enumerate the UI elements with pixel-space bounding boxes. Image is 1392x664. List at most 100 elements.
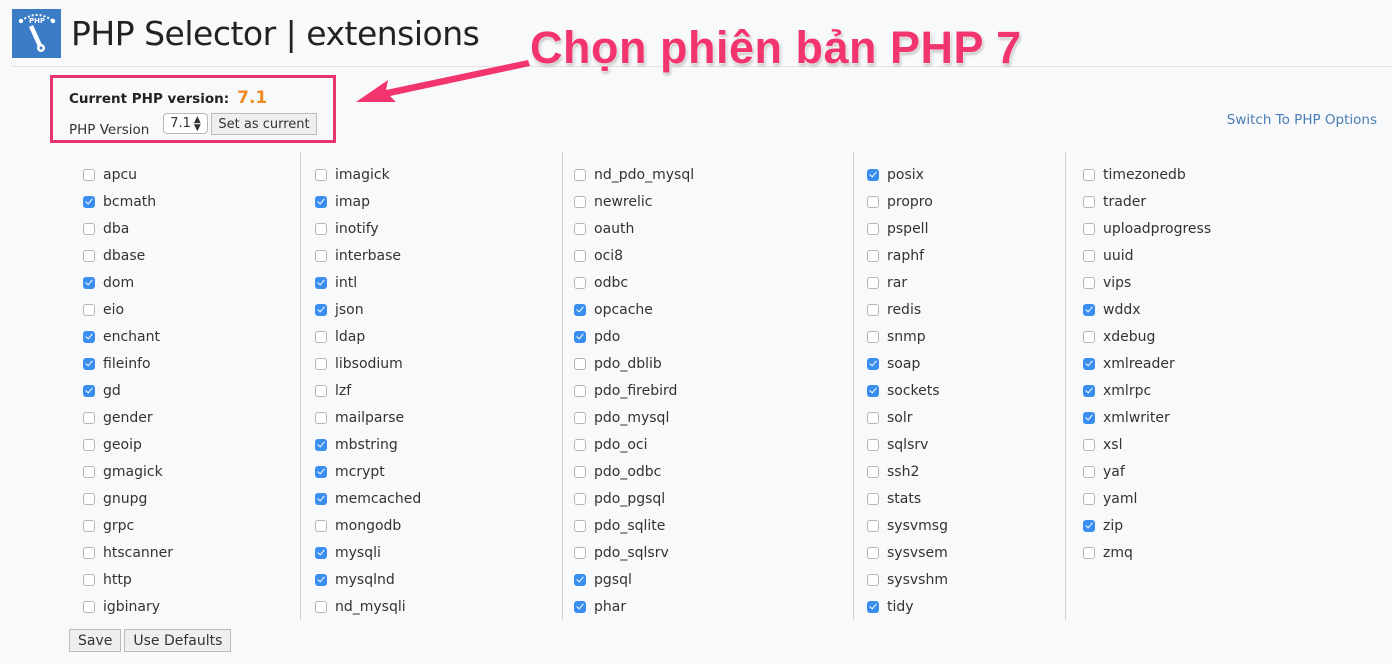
extension-checkbox[interactable] (574, 465, 586, 478)
extension-checkbox[interactable] (83, 492, 95, 505)
extension-item[interactable]: oauth (574, 215, 853, 242)
extension-item[interactable]: oci8 (574, 242, 853, 269)
extension-checkbox[interactable] (1083, 222, 1095, 235)
extension-item[interactable]: htscanner (83, 539, 300, 566)
extension-item[interactable]: zmq (1083, 539, 1276, 566)
extension-item[interactable]: yaml (1083, 485, 1276, 512)
extension-item[interactable]: raphf (867, 242, 1065, 269)
extension-checkbox[interactable] (574, 438, 586, 451)
extension-checkbox[interactable] (315, 168, 327, 181)
extension-item[interactable]: xmlreader (1083, 350, 1276, 377)
extension-item[interactable]: stats (867, 485, 1065, 512)
extension-checkbox[interactable] (83, 303, 95, 316)
extension-item[interactable]: wddx (1083, 296, 1276, 323)
extension-checkbox[interactable] (1083, 276, 1095, 289)
extension-checkbox[interactable] (83, 411, 95, 424)
extension-checkbox[interactable] (867, 195, 879, 208)
extension-checkbox[interactable] (867, 330, 879, 343)
extension-checkbox[interactable] (867, 465, 879, 478)
extension-checkbox[interactable] (315, 546, 327, 559)
extension-checkbox[interactable] (867, 222, 879, 235)
extension-item[interactable]: mbstring (315, 431, 562, 458)
extension-checkbox[interactable] (1083, 519, 1095, 532)
extension-item[interactable]: geoip (83, 431, 300, 458)
extension-checkbox[interactable] (574, 303, 586, 316)
extension-item[interactable]: enchant (83, 323, 300, 350)
extension-item[interactable]: mongodb (315, 512, 562, 539)
extension-item[interactable]: xsl (1083, 431, 1276, 458)
extension-checkbox[interactable] (867, 249, 879, 262)
extension-checkbox[interactable] (83, 168, 95, 181)
extension-item[interactable]: lzf (315, 377, 562, 404)
extension-item[interactable]: sysvmsg (867, 512, 1065, 539)
extension-item[interactable]: dom (83, 269, 300, 296)
extension-item[interactable]: gender (83, 404, 300, 431)
extension-item[interactable]: xmlwriter (1083, 404, 1276, 431)
extension-item[interactable]: pspell (867, 215, 1065, 242)
extension-item[interactable]: pdo_mysql (574, 404, 853, 431)
extension-checkbox[interactable] (1083, 357, 1095, 370)
extension-checkbox[interactable] (1083, 546, 1095, 559)
extension-item[interactable]: xdebug (1083, 323, 1276, 350)
extension-item[interactable]: pdo_oci (574, 431, 853, 458)
extension-checkbox[interactable] (1083, 330, 1095, 343)
extension-item[interactable]: dba (83, 215, 300, 242)
extension-checkbox[interactable] (574, 222, 586, 235)
extension-item[interactable]: eio (83, 296, 300, 323)
set-as-current-button[interactable]: Set as current (211, 113, 317, 135)
extension-item[interactable]: mcrypt (315, 458, 562, 485)
extension-item[interactable]: memcached (315, 485, 562, 512)
extension-item[interactable]: bcmath (83, 188, 300, 215)
extension-checkbox[interactable] (574, 519, 586, 532)
extension-checkbox[interactable] (83, 573, 95, 586)
extension-item[interactable]: libsodium (315, 350, 562, 377)
use-defaults-button[interactable]: Use Defaults (124, 629, 232, 652)
extension-item[interactable]: mysqli (315, 539, 562, 566)
extension-checkbox[interactable] (315, 330, 327, 343)
extension-item[interactable]: ssh2 (867, 458, 1065, 485)
extension-checkbox[interactable] (83, 438, 95, 451)
extension-item[interactable]: rar (867, 269, 1065, 296)
extension-item[interactable]: tidy (867, 593, 1065, 620)
extension-checkbox[interactable] (1083, 492, 1095, 505)
extension-checkbox[interactable] (315, 519, 327, 532)
extension-checkbox[interactable] (574, 546, 586, 559)
extension-item[interactable]: gnupg (83, 485, 300, 512)
extension-checkbox[interactable] (574, 411, 586, 424)
extension-item[interactable]: soap (867, 350, 1065, 377)
extension-item[interactable]: dbase (83, 242, 300, 269)
extension-checkbox[interactable] (315, 249, 327, 262)
extension-item[interactable]: pdo_odbc (574, 458, 853, 485)
extension-checkbox[interactable] (574, 168, 586, 181)
extension-item[interactable]: trader (1083, 188, 1276, 215)
extension-item[interactable]: pgsql (574, 566, 853, 593)
extension-item[interactable]: pdo_dblib (574, 350, 853, 377)
extension-checkbox[interactable] (83, 195, 95, 208)
extension-checkbox[interactable] (315, 438, 327, 451)
save-button[interactable]: Save (69, 629, 122, 652)
extension-item[interactable]: nd_mysqli (315, 593, 562, 620)
extension-item[interactable]: uploadprogress (1083, 215, 1276, 242)
extension-item[interactable]: interbase (315, 242, 562, 269)
extension-checkbox[interactable] (574, 330, 586, 343)
extension-checkbox[interactable] (574, 249, 586, 262)
extension-checkbox[interactable] (83, 330, 95, 343)
extension-item[interactable]: posix (867, 161, 1065, 188)
extension-checkbox[interactable] (574, 600, 586, 613)
extension-checkbox[interactable] (315, 384, 327, 397)
extension-item[interactable]: sysvsem (867, 539, 1065, 566)
extension-checkbox[interactable] (315, 600, 327, 613)
extension-checkbox[interactable] (1083, 249, 1095, 262)
extension-item[interactable]: xmlrpc (1083, 377, 1276, 404)
extension-item[interactable]: gd (83, 377, 300, 404)
extension-item[interactable]: imagick (315, 161, 562, 188)
extension-checkbox[interactable] (574, 357, 586, 370)
extension-item[interactable]: mysqlnd (315, 566, 562, 593)
extension-checkbox[interactable] (867, 492, 879, 505)
extension-item[interactable]: sysvshm (867, 566, 1065, 593)
extension-item[interactable]: solr (867, 404, 1065, 431)
extension-item[interactable]: http (83, 566, 300, 593)
extension-checkbox[interactable] (1083, 384, 1095, 397)
extension-checkbox[interactable] (83, 249, 95, 262)
extension-item[interactable]: grpc (83, 512, 300, 539)
